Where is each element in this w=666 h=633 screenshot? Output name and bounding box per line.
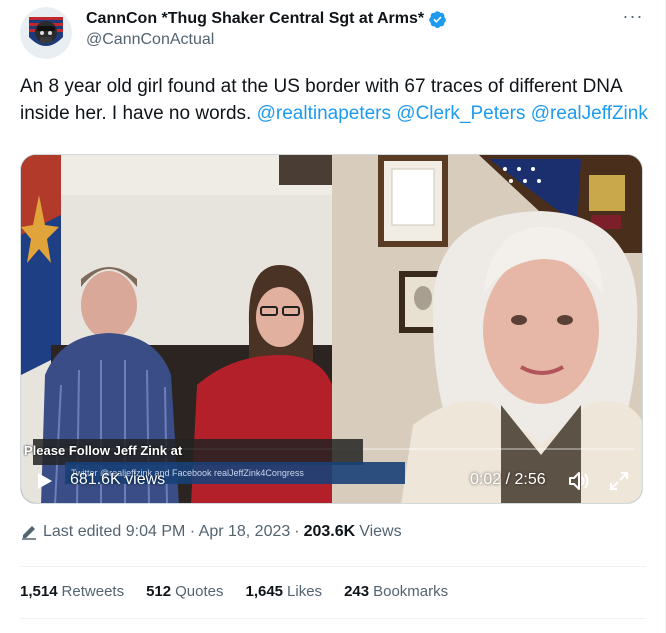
stat-count: 1,514 (20, 583, 58, 600)
stat-count: 512 (146, 583, 172, 600)
author-name-row: CannCon *Thug Shaker Central Sgt at Arms… (86, 8, 447, 30)
divider (20, 566, 646, 567)
stat-count: 243 (344, 583, 370, 600)
author-avatar[interactable] (20, 7, 72, 59)
play-icon[interactable] (37, 472, 53, 490)
fullscreen-icon[interactable] (609, 471, 629, 491)
stat-likes[interactable]: 1,645 Likes (245, 583, 322, 600)
tweet-meta-row: Last edited 9:04 PM · Apr 18, 2023 · 203… (20, 523, 402, 541)
stat-bookmarks[interactable]: 243 Bookmarks (344, 583, 448, 600)
verified-badge-icon[interactable] (428, 10, 447, 29)
stat-count: 1,645 (245, 583, 284, 600)
video-overlay-title: Please Follow Jeff Zink at (24, 443, 183, 458)
author-display-name[interactable]: CannCon *Thug Shaker Central Sgt at Arms… (86, 10, 424, 28)
mention-link[interactable]: @Clerk_Peters (396, 103, 525, 124)
more-options-icon[interactable]: ··· (622, 7, 644, 27)
skull-flag-avatar-icon (20, 7, 72, 59)
stat-retweets[interactable]: 1,514 Retweets (20, 583, 124, 600)
stat-quotes[interactable]: 512 Quotes (146, 583, 223, 600)
tweet: CannCon *Thug Shaker Central Sgt at Arms… (0, 0, 666, 633)
stat-label: Retweets (61, 583, 125, 600)
stat-label: Quotes (175, 583, 224, 600)
video-view-count: 681.6K views (70, 471, 166, 488)
tweet-views-label: Views (359, 523, 402, 540)
divider (20, 618, 646, 619)
last-edited-timestamp[interactable]: Last edited 9:04 PM · Apr 18, 2023 (43, 523, 290, 541)
volume-icon[interactable] (568, 471, 590, 491)
mention-link[interactable]: @realJeffZink (531, 103, 648, 124)
meta-separator: · (294, 523, 300, 540)
video-timestamp: 0:02 / 2:56 (470, 471, 546, 488)
pencil-icon (22, 526, 36, 540)
tweet-text: An 8 year old girl found at the US borde… (20, 73, 650, 127)
stat-label: Likes (287, 583, 323, 600)
author-handle[interactable]: @CannConActual (86, 31, 214, 49)
tweet-view-count: 203.6K (303, 523, 356, 540)
tweet-stats: 1,514 Retweets 512 Quotes 1,645 Likes 243 Bo… (20, 583, 470, 600)
stat-label: Bookmarks (373, 583, 449, 600)
mention-link[interactable]: @realtinapeters (257, 103, 391, 124)
